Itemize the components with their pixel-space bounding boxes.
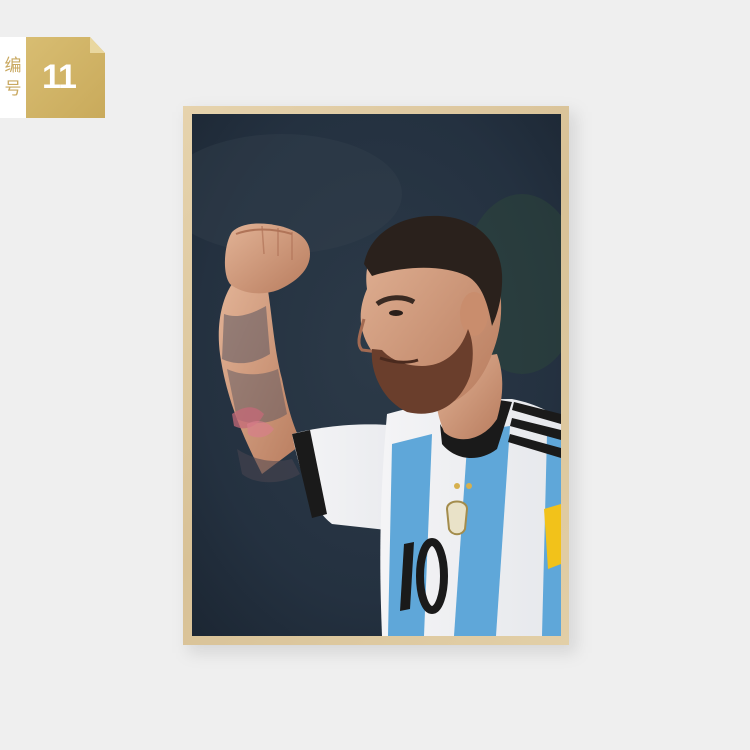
badge-label: 编 号: [0, 37, 26, 118]
badge-label-line1: 编: [4, 55, 22, 76]
item-number-badge: 编 号 11: [0, 37, 105, 118]
footballer-celebrating-photo-icon: [192, 114, 561, 636]
badge-number-tile: 11: [26, 37, 105, 118]
poster-photo: [192, 114, 561, 636]
badge-label-line2: 号: [4, 78, 22, 99]
badge-number: 11: [42, 58, 77, 96]
